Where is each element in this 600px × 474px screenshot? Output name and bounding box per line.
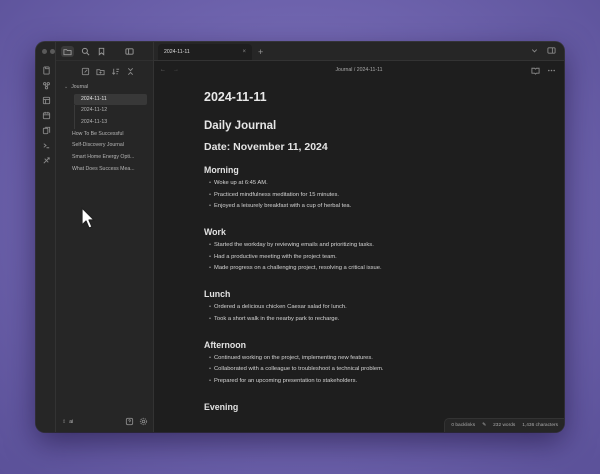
graph-icon[interactable] (42, 81, 51, 90)
sidebar-toggle-icon[interactable] (125, 47, 134, 56)
file-item[interactable]: 2024-11-11 (74, 93, 147, 106)
section-heading: Lunch (204, 289, 231, 300)
list-item: Continued working on the project, implem… (204, 353, 544, 365)
file-item[interactable]: 2024-11-12 (74, 105, 147, 118)
word-count: 232 words (493, 423, 516, 428)
terminal-icon[interactable] (42, 141, 51, 150)
list-item: Practiced mindfulness meditation for 15 … (204, 190, 544, 202)
backlinks-count[interactable]: 0 backlinks (451, 423, 475, 428)
list-item: Made progress on a challenging project, … (204, 263, 544, 275)
view-header: ← → Journal / 2024-11-11 (154, 61, 564, 79)
file-item[interactable]: 2024-11-13 (74, 117, 147, 129)
gear-icon[interactable] (139, 417, 148, 426)
file-item[interactable]: How To Be Successful (56, 129, 153, 141)
mouse-cursor-icon (81, 207, 95, 229)
character-count: 1,436 characters (522, 423, 558, 428)
chevron-down-icon: ⌄ (64, 84, 69, 90)
folder-icon[interactable] (61, 45, 74, 57)
vault-switcher: ⇕ ai (56, 417, 154, 426)
pencil-icon[interactable]: ✎ (482, 423, 486, 428)
sort-icon[interactable] (111, 67, 120, 76)
folder-label: Journal (71, 84, 89, 90)
file-explorer-sidebar: ⌄ Journal 2024-11-11 2024-11-12 2024-11-… (56, 42, 154, 432)
list-item: Started the workday by reviewing emails … (204, 240, 544, 252)
note-section: Afternoon Continued working on the projec… (204, 340, 544, 388)
heading-date: Date: November 11, 2024 (204, 141, 328, 153)
section-heading: Morning (204, 165, 239, 175)
bookmark-icon[interactable] (97, 47, 106, 56)
tab-note[interactable]: 2024-11-11 × (158, 44, 252, 60)
file-item[interactable]: Self-Discovery Journal (56, 140, 153, 152)
collapse-icon[interactable] (126, 67, 135, 76)
app-window: ⌄ Journal 2024-11-11 2024-11-12 2024-11-… (36, 42, 564, 432)
chevron-updown-icon: ⇕ (62, 418, 67, 425)
templates-icon[interactable] (42, 126, 51, 135)
list-item: Took a short walk in the nearby park to … (204, 314, 544, 326)
file-item[interactable]: Smart Home Energy Opti... (56, 152, 153, 164)
tab-label: 2024-11-11 (164, 49, 190, 55)
list-item: Had a productive meeting with the projec… (204, 252, 544, 264)
vault-selector[interactable]: ⇕ ai (62, 419, 120, 425)
heading-daily-journal: Daily Journal (204, 120, 277, 132)
breadcrumb[interactable]: Journal / 2024-11-11 (154, 67, 564, 73)
folder-journal[interactable]: ⌄ Journal (56, 82, 153, 94)
new-note-icon[interactable] (81, 67, 90, 76)
note-section: Evening (204, 402, 544, 412)
minimize-window-button[interactable] (50, 49, 55, 54)
list-item: Collaborated with a colleague to trouble… (204, 364, 544, 376)
new-tab-button[interactable]: + (258, 44, 263, 60)
status-bar: 0 backlinks ✎ 232 words 1,436 characters (444, 418, 564, 432)
new-folder-icon[interactable] (96, 67, 105, 76)
right-sidebar-toggle-icon[interactable] (547, 46, 556, 55)
note-section: Morning Woke up at 6:45 AM.Practiced mind… (204, 165, 544, 213)
list-item: Prepared for an upcoming presentation to… (204, 376, 544, 388)
more-options-icon[interactable] (547, 66, 556, 75)
files-icon[interactable] (42, 66, 51, 75)
close-icon[interactable]: × (242, 49, 246, 55)
reading-view-icon[interactable] (531, 66, 540, 75)
note-section: Lunch Ordered a delicious chicken Caesar … (204, 289, 544, 325)
canvas-icon[interactable] (42, 96, 51, 105)
tab-bar: 2024-11-11 × + (154, 42, 564, 61)
bullet-list: Ordered a delicious chicken Caesar salad… (204, 302, 544, 325)
bullet-list: Started the workday by reviewing emails … (204, 240, 544, 275)
section-heading: Evening (204, 401, 239, 412)
publish-icon[interactable] (42, 156, 51, 165)
bullet-list: Continued working on the project, implem… (204, 353, 544, 388)
bullet-list: Woke up at 6:45 AM.Practiced mindfulness… (204, 178, 544, 213)
note-content[interactable]: 2024-11-11 Daily Journal Date: November … (204, 90, 544, 426)
vault-name: ai (69, 418, 74, 425)
editor-pane: 2024-11-11 × + ← → Journal / 2024-11-11 … (154, 42, 564, 432)
chevron-down-icon[interactable] (530, 46, 539, 55)
left-ribbon (36, 42, 63, 432)
section-heading: Work (204, 227, 226, 238)
file-item[interactable]: What Does Success Mea... (56, 164, 153, 176)
list-item: Woke up at 6:45 AM. (204, 178, 544, 190)
help-icon[interactable] (125, 417, 134, 426)
list-item: Enjoyed a leisurely breakfast with a cup… (204, 201, 544, 213)
list-item: Ordered a delicious chicken Caesar salad… (204, 302, 544, 314)
note-title[interactable]: 2024-11-11 (204, 90, 544, 104)
file-tree: ⌄ Journal 2024-11-11 2024-11-12 2024-11-… (56, 81, 153, 176)
close-window-button[interactable] (42, 49, 47, 54)
search-icon[interactable] (81, 47, 90, 56)
note-section: Work Started the workday by reviewing ema… (204, 227, 544, 275)
calendar-icon[interactable] (42, 111, 51, 120)
section-heading: Afternoon (204, 339, 247, 350)
